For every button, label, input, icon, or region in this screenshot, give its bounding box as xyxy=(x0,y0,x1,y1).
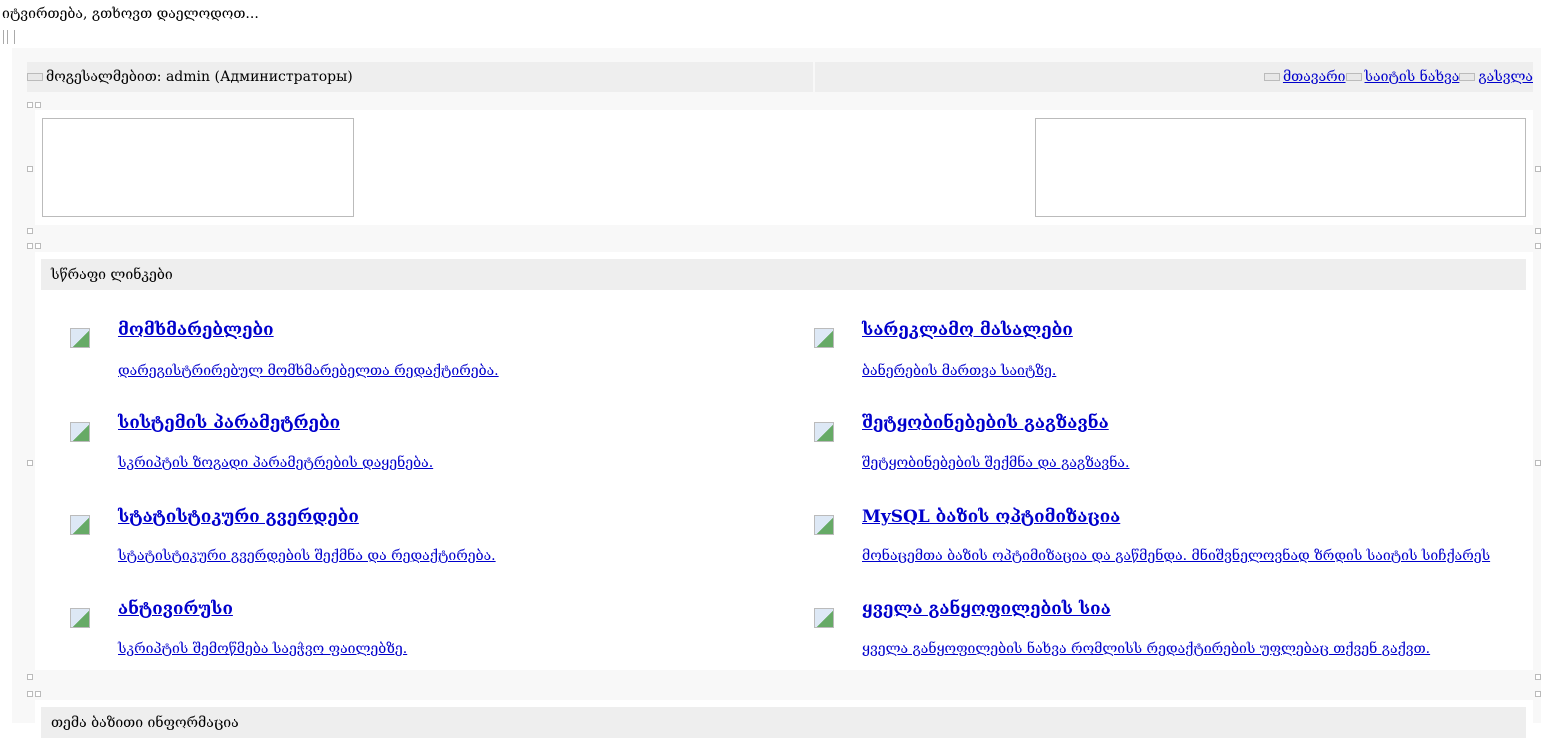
logout-icon xyxy=(1459,73,1476,81)
banner-image xyxy=(1035,118,1526,217)
quick-link-title[interactable]: ყველა განყოფილების სია xyxy=(862,599,1111,619)
side-icon xyxy=(27,460,33,466)
quick-link-title[interactable]: ანტივირუსი xyxy=(118,599,233,619)
separator-bars xyxy=(3,30,15,44)
quick-link-title[interactable]: მომხმარებლები xyxy=(118,320,274,340)
corner-icon xyxy=(1535,228,1541,234)
top-nav: მთავარი საიტის ნახვა გასვლა xyxy=(815,62,1533,92)
quick-link-desc[interactable]: ყველა განყოფილების ნახვა რომლისს რედაქტი… xyxy=(862,641,1430,657)
corner-icon xyxy=(27,691,33,697)
corner-icon xyxy=(1535,243,1541,249)
corner-icon xyxy=(27,674,33,680)
quick-link-desc[interactable]: შეტყობინებების შექმნა და გაგზავნა. xyxy=(862,455,1129,471)
side-icon xyxy=(27,166,33,172)
static-pages-icon[interactable] xyxy=(70,515,90,535)
quick-link-title[interactable]: შეტყობინებების გაგზავნა xyxy=(862,413,1109,433)
greeting-text: მოგესალმებით: admin (Администраторы) xyxy=(46,69,353,85)
database-icon[interactable] xyxy=(814,515,834,535)
corner-icon xyxy=(27,102,33,108)
nav-logout-link[interactable]: გასვლა xyxy=(1478,69,1533,85)
corner-icon xyxy=(35,102,41,108)
corner-icon xyxy=(35,243,41,249)
logo-image xyxy=(42,118,354,217)
quick-link-title[interactable]: MySQL ბაზის ოპტიმიზაცია xyxy=(862,507,1120,527)
side-icon xyxy=(1535,460,1541,466)
user-icon xyxy=(27,73,43,81)
corner-icon xyxy=(1535,691,1541,697)
quick-links-header: სწრაფი ლინკები xyxy=(41,259,1526,290)
quick-link-desc[interactable]: დარეგისტრირებულ მომხმარებელთა რედაქტირებ… xyxy=(118,363,499,379)
loading-message: იტვირთება, გთხოვთ დაელოდოთ... xyxy=(2,6,259,22)
quick-link-title[interactable]: სარეკლამო მასალები xyxy=(862,320,1073,340)
mail-icon[interactable] xyxy=(814,422,834,442)
banners-icon[interactable] xyxy=(814,328,834,348)
categories-icon[interactable] xyxy=(814,608,834,628)
settings-icon[interactable] xyxy=(70,422,90,442)
quick-link-desc[interactable]: სკრიპტის შემოწმება საეჭვო ფაილებზე. xyxy=(118,641,407,657)
nav-home-link[interactable]: მთავარი xyxy=(1283,69,1346,85)
nav-view-site-link[interactable]: საიტის ნახვა xyxy=(1365,69,1460,85)
quick-link-desc[interactable]: სკრიპტის ზოგადი პარამეტრების დაყენება. xyxy=(118,455,433,471)
corner-icon xyxy=(27,228,33,234)
home-icon xyxy=(1263,73,1280,81)
greeting-bar: მოგესალმებით: admin (Администраторы) xyxy=(27,62,813,92)
quick-link-desc[interactable]: მონაცემთა ბაზის ოპტიმიზაცია და გაწმენდა.… xyxy=(862,548,1490,564)
view-site-icon xyxy=(1345,73,1362,81)
quick-link-desc[interactable]: ბანერების მართვა საიტზე. xyxy=(862,363,1056,379)
corner-icon xyxy=(1535,674,1541,680)
side-icon xyxy=(1535,166,1541,172)
quick-link-title[interactable]: სისტემის პარამეტრები xyxy=(118,413,340,433)
users-icon[interactable] xyxy=(70,328,90,348)
corner-icon xyxy=(27,243,33,249)
corner-icon xyxy=(35,691,41,697)
quick-link-desc[interactable]: სტატისტიკური გვერდების შექმნა და რედაქტი… xyxy=(118,548,496,564)
antivirus-icon[interactable] xyxy=(70,608,90,628)
quick-link-title[interactable]: სტატისტიკური გვერდები xyxy=(118,507,359,527)
